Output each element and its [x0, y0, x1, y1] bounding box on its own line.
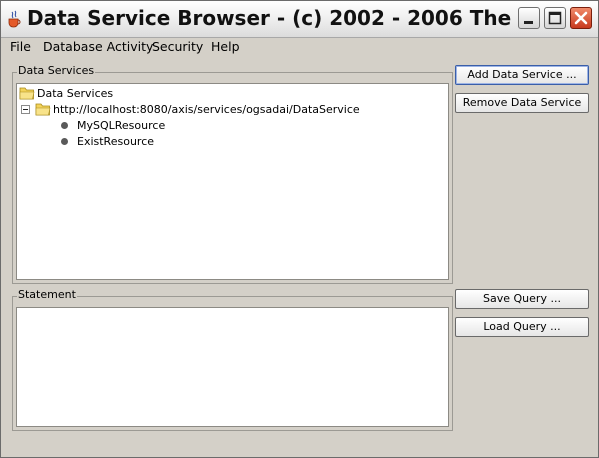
folder-open-icon [19, 87, 35, 100]
menu-file[interactable]: File [8, 39, 33, 54]
save-query-button[interactable]: Save Query ... [455, 289, 589, 309]
remove-data-service-button[interactable]: Remove Data Service [455, 93, 589, 113]
minimize-button[interactable] [518, 7, 540, 29]
app-window: Data Service Browser - (c) 2002 - 2006 T… [0, 0, 599, 458]
data-services-group: Data Services Data Services http://local… [12, 64, 453, 284]
add-data-service-button[interactable]: Add Data Service ... [455, 65, 589, 85]
menu-security[interactable]: Security [150, 39, 205, 54]
statement-textarea[interactable] [16, 307, 449, 427]
menu-database-activity[interactable]: Database Activity [41, 39, 155, 54]
statement-group-label: Statement [17, 288, 77, 301]
statement-group: Statement [12, 288, 453, 431]
close-icon [574, 11, 588, 25]
folder-open-icon [35, 103, 51, 116]
tree-resource-label: ExistResource [77, 135, 155, 148]
menu-bar: File Database Activity Security Help [1, 38, 598, 58]
java-cup-icon [8, 10, 21, 28]
collapse-icon[interactable] [21, 105, 30, 114]
window-title: Data Service Browser - (c) 2002 - 2006 T… [27, 6, 515, 30]
tree-root-label: Data Services [37, 87, 114, 100]
minimize-icon [524, 21, 533, 24]
bullet-icon [61, 138, 68, 145]
load-query-button[interactable]: Load Query ... [455, 317, 589, 337]
maximize-button[interactable] [544, 7, 566, 29]
tree-resource-label: MySQLResource [77, 119, 166, 132]
maximize-icon [548, 11, 562, 25]
bullet-icon [61, 122, 68, 129]
title-bar[interactable]: Data Service Browser - (c) 2002 - 2006 T… [1, 1, 598, 38]
close-button[interactable] [570, 7, 592, 29]
data-services-group-label: Data Services [17, 64, 96, 77]
tree-service-label: http://localhost:8080/axis/services/ogsa… [53, 103, 360, 116]
menu-help[interactable]: Help [209, 39, 242, 54]
data-services-tree[interactable]: Data Services http://localhost:8080/axis… [16, 83, 449, 280]
